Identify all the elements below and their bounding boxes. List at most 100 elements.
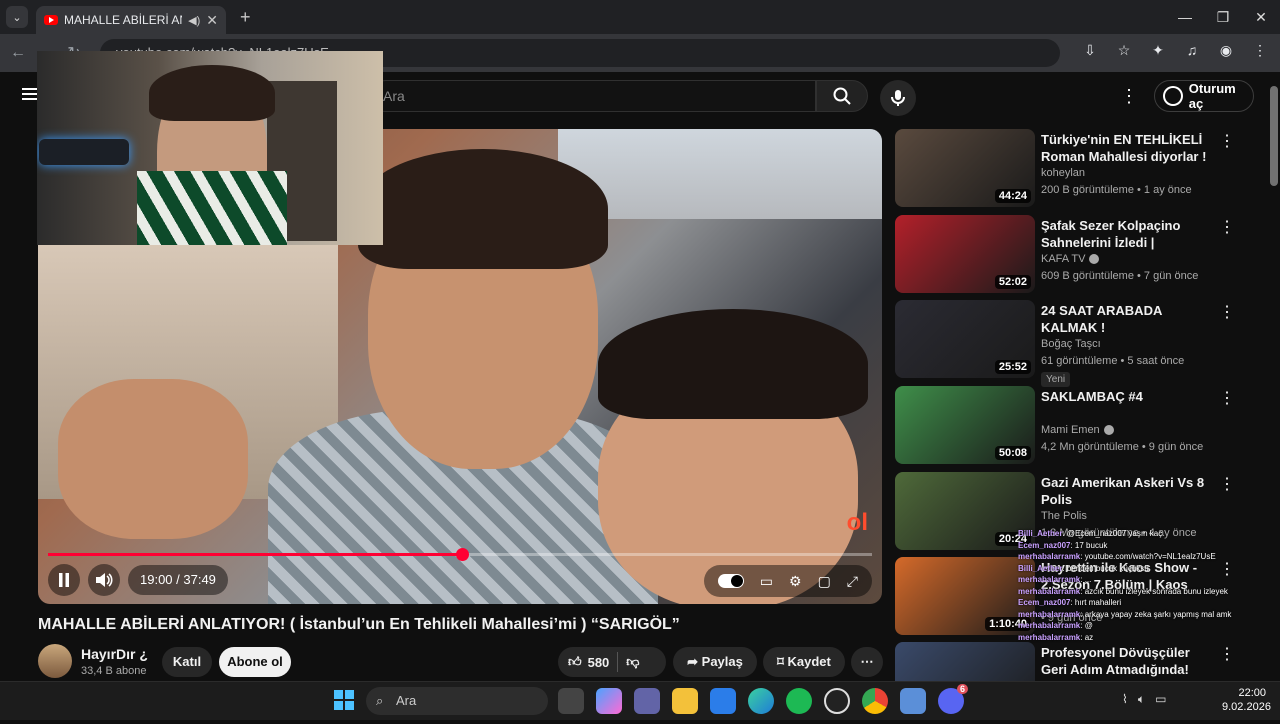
join-button[interactable]: Katıl — [162, 647, 212, 677]
recommendation-channel[interactable]: Boğaç Taşcı — [1041, 338, 1101, 350]
app-icon[interactable] — [900, 688, 926, 714]
channel-name[interactable]: HayırDır ¿ — [81, 646, 148, 662]
battery-icon[interactable]: ▭ — [1155, 692, 1166, 707]
channel-avatar[interactable] — [38, 644, 72, 678]
recommendation-thumbnail[interactable]: 25:52 — [895, 300, 1035, 378]
profile-icon[interactable]: ◉ — [1216, 42, 1236, 59]
subscribe-button[interactable]: Abone ol — [219, 647, 291, 677]
duration-badge: 50:08 — [994, 446, 1031, 460]
recommendation-thumbnail[interactable]: 1:10:40 — [895, 557, 1035, 635]
taskbar-clock[interactable]: 22:00 9.02.2026 — [1222, 686, 1271, 714]
volume-button[interactable] — [88, 564, 120, 596]
maximize-icon[interactable]: ❐ — [1204, 9, 1242, 26]
video-frame-hand — [58, 379, 248, 539]
task-view-icon[interactable] — [558, 688, 584, 714]
recommendation-more-icon[interactable]: ⋮ — [1219, 302, 1235, 322]
media-control-icon[interactable]: ♫ — [1182, 42, 1202, 59]
back-icon[interactable]: ← — [4, 44, 32, 62]
recommendation-title[interactable]: Gazi Amerikan Askeri Vs 8 Polis — [1041, 474, 1213, 508]
progress-scrubber[interactable] — [455, 548, 469, 561]
chat-username: Ecem_naz007 — [1018, 540, 1071, 550]
recommendation-card[interactable]: 52:02 Şafak Sezer Kolpaçino Sahnelerini İ… — [895, 215, 1265, 297]
install-app-icon[interactable]: ⇩ — [1080, 42, 1100, 59]
page-scrollbar[interactable] — [1270, 86, 1278, 186]
recommendation-title[interactable]: SAKLAMBAÇ #4 — [1041, 388, 1213, 405]
tab-search-icon[interactable]: ⌄ — [6, 6, 28, 28]
recommendation-thumbnail[interactable]: 52:02 — [895, 215, 1035, 293]
video-frame-hair-left — [358, 149, 608, 269]
recommendation-title[interactable]: Profesyonel Dövüşçüler Geri Adım Atmadığ… — [1041, 644, 1213, 678]
recommendation-title[interactable]: Şafak Sezer Kolpaçino Sahnelerini İzledi… — [1041, 217, 1213, 251]
start-button[interactable] — [334, 690, 354, 710]
autoplay-toggle[interactable] — [717, 574, 744, 588]
close-tab-icon[interactable]: ✕ — [206, 12, 218, 29]
speaker-icon[interactable]: 🔈︎ — [1138, 692, 1145, 707]
recommendation-more-icon[interactable]: ⋮ — [1219, 388, 1235, 408]
video-watermark: ol — [846, 509, 868, 536]
voice-search-button[interactable] — [880, 80, 916, 116]
recommendation-thumbnail[interactable]: 20:24 — [895, 472, 1035, 550]
bookmark-star-icon[interactable]: ☆ — [1114, 42, 1134, 59]
extensions-icon[interactable]: ✦ — [1148, 42, 1168, 59]
recommendation-more-icon[interactable]: ⋮ — [1219, 217, 1235, 237]
new-tab-icon[interactable]: + — [240, 7, 251, 28]
recommendation-channel[interactable]: The Polis — [1041, 510, 1087, 522]
save-button[interactable]: ⌑ Kaydet — [763, 647, 845, 677]
recommendation-card[interactable]: 44:24 Türkiye'nin EN TEHLİKELİ Roman Maha… — [895, 129, 1265, 211]
browser-tab[interactable]: MAHALLE ABİLERİ ANLATIYOR ◀) ✕ — [36, 6, 226, 34]
recommendation-thumbnail[interactable]: 44:24 — [895, 129, 1035, 207]
settings-more-icon[interactable]: ⋮ — [1120, 86, 1138, 107]
recording-app-icon[interactable] — [824, 688, 850, 714]
fullscreen-icon[interactable]: ⤢ — [847, 573, 858, 590]
theater-mode-icon[interactable]: ▢ — [818, 573, 831, 590]
taskbar-search[interactable]: ⌕ Ara — [366, 687, 548, 715]
browser-toolbar-icons: ⇩ ☆ ✦ ♫ ◉ ⋮ — [1080, 42, 1270, 59]
recommendation-thumbnail[interactable]: 50:08 — [895, 386, 1035, 464]
more-actions-button[interactable]: ⋯ — [851, 647, 883, 677]
browser-menu-icon[interactable]: ⋮ — [1250, 42, 1270, 59]
share-button[interactable]: ➦ Paylaş — [673, 647, 757, 677]
recommendation-channel[interactable]: KAFA TV — [1041, 253, 1100, 265]
store-icon[interactable] — [710, 688, 736, 714]
recommendation-channel[interactable]: koheylan — [1041, 167, 1085, 179]
dislike-button[interactable]: 👎︎ — [626, 654, 639, 670]
copilot-icon[interactable] — [596, 688, 622, 714]
signin-button[interactable]: Oturum aç — [1154, 80, 1254, 112]
duration-badge: 44:24 — [994, 189, 1031, 203]
recommendation-channel-name: koheylan — [1041, 167, 1086, 179]
progress-bar[interactable] — [48, 548, 872, 561]
recommendation-meta: 200 B görüntüleme • 1 ay önce — [1041, 184, 1192, 196]
close-window-icon[interactable]: ✕ — [1242, 9, 1280, 26]
teams-icon[interactable] — [634, 688, 660, 714]
hamburger-menu-icon[interactable] — [22, 88, 38, 100]
search-input[interactable]: Ara — [370, 80, 816, 112]
recommendation-channel[interactable]: Mami Emen — [1041, 424, 1114, 436]
wifi-icon[interactable]: ⌇ — [1122, 692, 1128, 707]
file-explorer-icon[interactable] — [672, 688, 698, 714]
search-button[interactable] — [816, 80, 868, 112]
minimize-icon[interactable]: — — [1166, 9, 1204, 26]
discord-icon[interactable]: 6 — [938, 684, 968, 714]
edge-icon[interactable] — [748, 688, 774, 714]
spotify-icon[interactable] — [786, 688, 812, 714]
signin-label: Oturum aç — [1188, 81, 1236, 111]
recommendation-card[interactable]: 50:08 SAKLAMBAÇ #4 Mami Emen 4,2 Mn görüntü… — [895, 386, 1265, 468]
recommendation-title[interactable]: Türkiye'nin EN TEHLİKELİ Roman Mahallesi… — [1041, 131, 1213, 165]
more-horizontal-icon: ⋯ — [860, 654, 874, 669]
webcam-person-hair — [149, 65, 275, 121]
recommendation-more-icon[interactable]: ⋮ — [1219, 644, 1235, 664]
search-icon — [833, 87, 851, 105]
webcam-scarf — [137, 171, 287, 245]
like-button[interactable]: 👍︎ 580 — [558, 654, 609, 670]
recommendation-more-icon[interactable]: ⋮ — [1219, 131, 1235, 151]
chrome-icon[interactable] — [862, 688, 888, 714]
recommendation-card[interactable]: 25:52 24 SAAT ARABADA KALMAK ! Boğaç Taşcı… — [895, 300, 1265, 387]
player-left-controls: 19:00 / 37:49 — [48, 564, 228, 596]
subtitles-icon[interactable]: ▭ — [760, 573, 773, 590]
recommendation-title[interactable]: 24 SAAT ARABADA KALMAK ! — [1041, 302, 1213, 336]
pause-button[interactable] — [48, 564, 80, 596]
audio-playing-icon[interactable]: ◀) — [188, 14, 200, 27]
settings-gear-icon[interactable]: ⚙ — [789, 573, 802, 590]
recommendation-more-icon[interactable]: ⋮ — [1219, 474, 1235, 494]
recommendation-meta: 609 B görüntüleme • 7 gün önce — [1041, 270, 1199, 282]
